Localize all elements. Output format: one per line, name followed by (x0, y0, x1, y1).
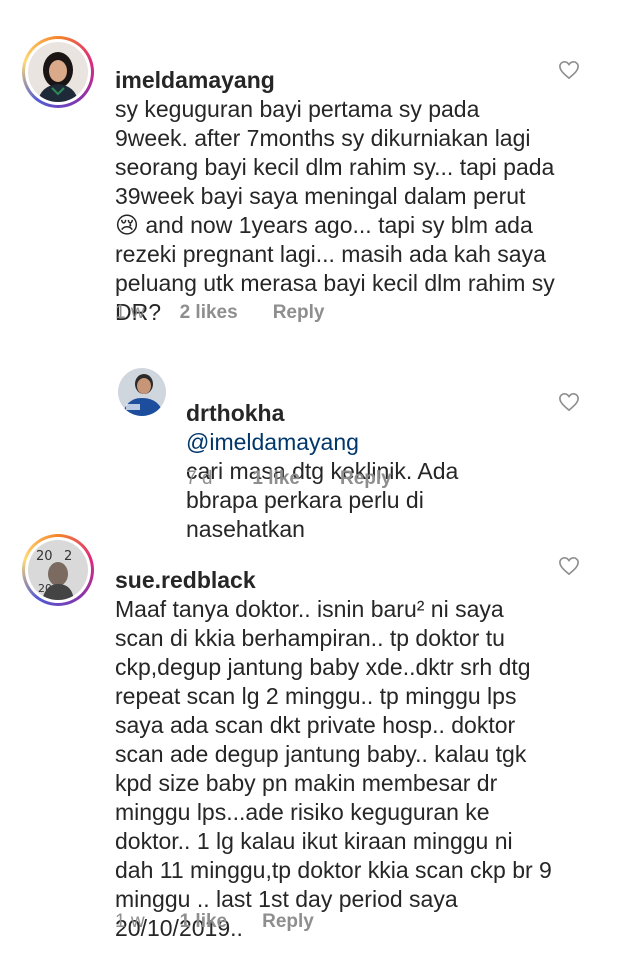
heart-icon[interactable] (558, 556, 580, 576)
comment-time: 7 d (186, 468, 213, 489)
comment-body: drthokha @imeldamayang cari masa dtg kek… (186, 370, 526, 544)
avatar[interactable]: 20 2 20 (22, 534, 94, 606)
heart-icon[interactable] (558, 60, 580, 80)
avatar-photo: 20 2 20 (28, 540, 88, 600)
svg-text:20: 20 (36, 549, 53, 564)
likes-count[interactable]: 1 like (252, 468, 300, 490)
mention-link[interactable]: @imeldamayang (186, 429, 359, 455)
avatar-photo (28, 42, 88, 102)
comment-username[interactable]: imeldamayang (115, 67, 275, 93)
comment-imeldamayang: imeldamayang sy keguguran bayi pertama s… (0, 0, 617, 340)
comment-time: 1 w (115, 302, 145, 323)
comment-body: imeldamayang sy keguguran bayi pertama s… (115, 37, 555, 327)
comment-meta: 1 w 1 like Reply (115, 911, 314, 933)
comment-body: sue.redblack Maaf tanya doktor.. isnin b… (115, 537, 555, 943)
reply-button[interactable]: Reply (273, 302, 325, 324)
likes-count[interactable]: 1 like (180, 911, 228, 933)
comment-meta: 7 d 1 like Reply (186, 468, 392, 490)
heart-icon[interactable] (558, 392, 580, 412)
comment-meta: 1 w 2 likes Reply (115, 302, 324, 324)
reply-button[interactable]: Reply (262, 911, 314, 933)
avatar[interactable] (118, 368, 166, 416)
reply-button[interactable]: Reply (340, 468, 392, 490)
comment-time: 1 w (115, 911, 145, 932)
svg-text:2: 2 (64, 549, 72, 564)
comment-text: sy keguguran bayi pertama sy pada 9week.… (115, 96, 555, 325)
avatar[interactable] (22, 36, 94, 108)
comment-sue-redblack: 20 2 20 sue.redblack Maaf tanya doktor..… (0, 520, 617, 960)
likes-count[interactable]: 2 likes (180, 302, 238, 324)
comment-username[interactable]: drthokha (186, 400, 284, 426)
comment-username[interactable]: sue.redblack (115, 567, 256, 593)
reply-drthokha: drthokha @imeldamayang cari masa dtg kek… (0, 360, 617, 542)
comment-text: Maaf tanya doktor.. isnin baru² ni saya … (115, 596, 552, 941)
